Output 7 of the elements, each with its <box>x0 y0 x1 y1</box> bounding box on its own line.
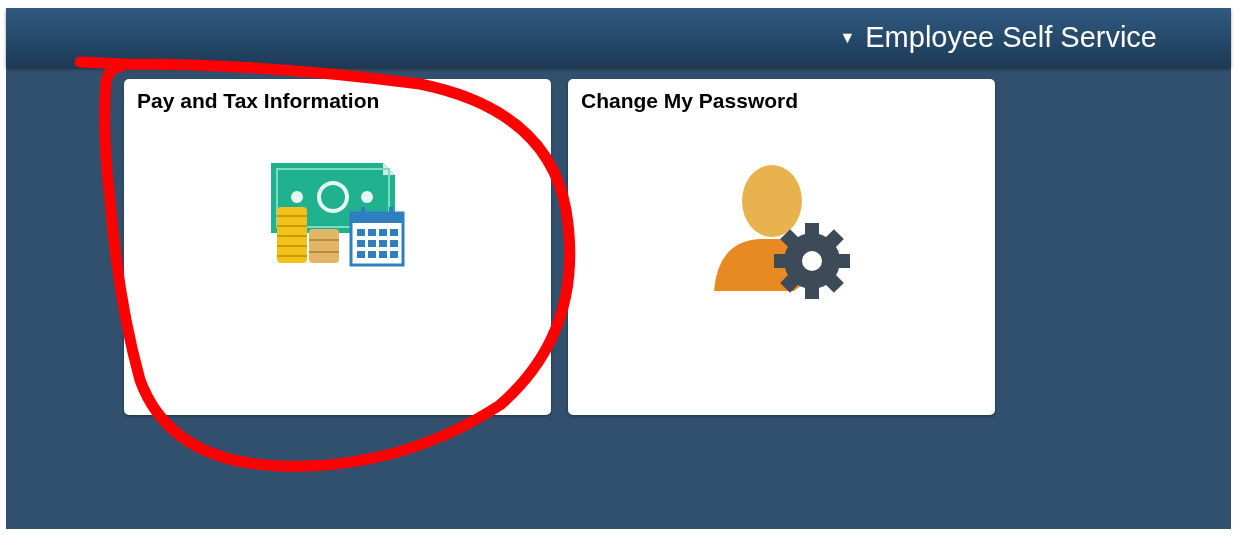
app-tile[interactable]: Pay and Tax Information <box>124 79 551 415</box>
tile-title: Change My Password <box>581 89 799 113</box>
page-title: Employee Self Service <box>865 21 1157 54</box>
tile-title: Pay and Tax Information <box>137 89 380 113</box>
app-tile[interactable]: Change My Password <box>568 79 995 415</box>
dropdown-caret[interactable]: ▼ <box>839 28 856 47</box>
money-calendar-icon <box>270 163 405 267</box>
